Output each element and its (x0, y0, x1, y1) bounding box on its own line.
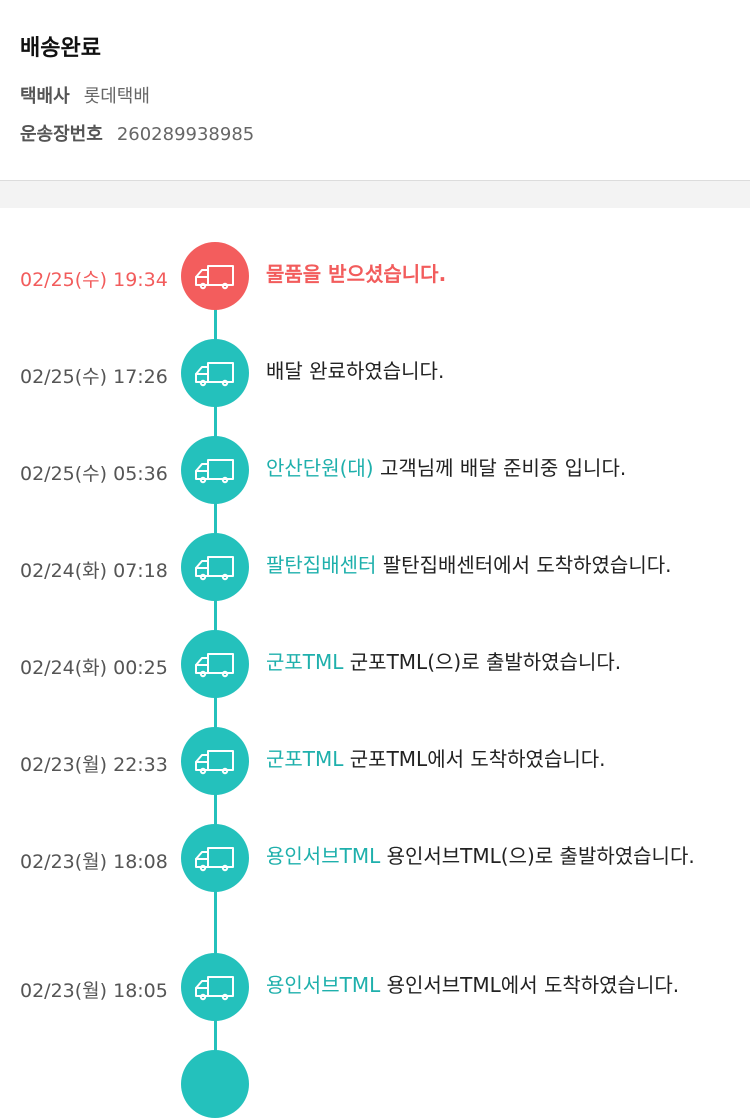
tracking-timeline: 02/25(수) 19:34 물품을 받으셨습니다. 02/25(수) 17:26… (0, 208, 750, 1118)
carrier-value: 롯데택배 (83, 86, 150, 107)
timeline-location: 안산단원(대) (266, 456, 374, 480)
timeline-message: 군포TML 군포TML에서 도착하였습니다. (266, 745, 736, 773)
timeline-message: 군포TML 군포TML(으)로 출발하였습니다. (266, 648, 736, 676)
truck-icon (181, 242, 249, 310)
timeline-location: 군포TML (266, 747, 344, 771)
timeline-message: 용인서브TML 용인서브TML(으)로 출발하였습니다. (266, 842, 736, 870)
timeline-text: 용인서브TML에서 도착하였습니다. (386, 973, 680, 997)
timeline-text: 군포TML(으)로 출발하였습니다. (349, 650, 622, 674)
truck-icon (181, 824, 249, 892)
timeline-message: 팔탄집배센터 팔탄집배센터에서 도착하였습니다. (266, 551, 736, 579)
tracking-label: 운송장번호 (20, 124, 103, 145)
delivery-status-title: 배송완료 (20, 36, 101, 61)
timeline-next-circle (181, 1050, 249, 1118)
timeline-time: 02/25(수) 19:34 (20, 269, 168, 291)
truck-icon (181, 339, 249, 407)
timeline-time: 02/23(월) 18:08 (20, 851, 168, 873)
timeline-time: 02/25(수) 17:26 (20, 366, 168, 388)
delivery-header: 배송완료 택배사 롯데택배 운송장번호 260289938985 (0, 0, 750, 180)
truck-icon (181, 953, 249, 1021)
timeline-text: 용인서브TML(으)로 출발하였습니다. (386, 844, 695, 868)
timeline-time: 02/23(월) 22:33 (20, 754, 168, 776)
timeline-message: 안산단원(대) 고객님께 배달 준비중 입니다. (266, 454, 736, 482)
timeline-text: 배달 완료하였습니다. (266, 359, 445, 383)
timeline-location: 용인서브TML (266, 973, 381, 997)
timeline-text: 군포TML에서 도착하였습니다. (349, 747, 606, 771)
truck-icon (181, 630, 249, 698)
tracking-row: 운송장번호 260289938985 (20, 120, 254, 146)
timeline-message: 배달 완료하였습니다. (266, 357, 736, 385)
timeline-time: 02/25(수) 05:36 (20, 463, 168, 485)
timeline-text: 고객님께 배달 준비중 입니다. (379, 456, 627, 480)
truck-icon (181, 533, 249, 601)
timeline-location: 군포TML (266, 650, 344, 674)
timeline-text: 물품을 받으셨습니다. (266, 262, 447, 286)
timeline-time: 02/24(화) 07:18 (20, 560, 168, 582)
tracking-number: 260289938985 (116, 124, 255, 145)
timeline-message: 물품을 받으셨습니다. (266, 260, 736, 288)
truck-icon (181, 436, 249, 504)
timeline-text: 팔탄집배센터에서 도착하였습니다. (382, 553, 672, 577)
timeline-message: 용인서브TML 용인서브TML에서 도착하였습니다. (266, 971, 736, 999)
timeline-location: 팔탄집배센터 (266, 553, 377, 577)
carrier-row: 택배사 롯데택배 (20, 82, 150, 108)
timeline-time: 02/23(월) 18:05 (20, 980, 168, 1002)
truck-icon (181, 727, 249, 795)
section-divider (0, 180, 750, 208)
timeline-time: 02/24(화) 00:25 (20, 657, 168, 679)
carrier-label: 택배사 (20, 86, 70, 107)
timeline-location: 용인서브TML (266, 844, 381, 868)
